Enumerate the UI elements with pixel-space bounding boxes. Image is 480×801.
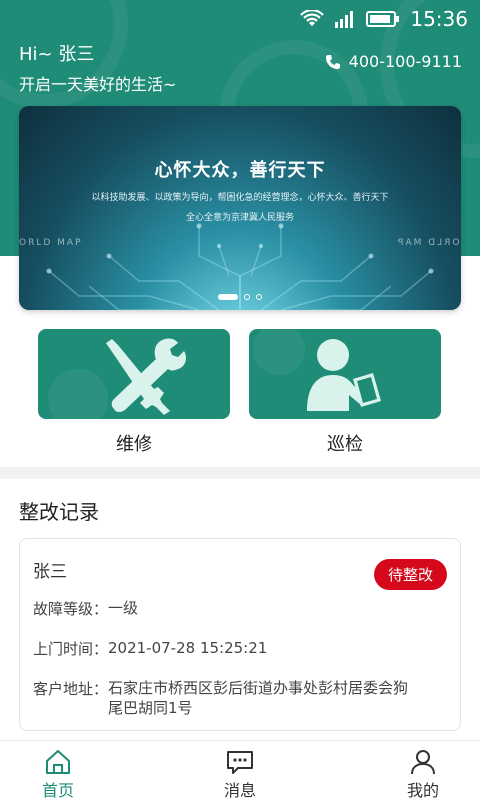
repair-button[interactable] xyxy=(38,329,230,419)
status-bar: 15:36 xyxy=(0,0,480,38)
banner-subtitle-2: 全心全意为京津冀人民服务 xyxy=(185,213,294,223)
section-title: 整改记录 xyxy=(19,500,99,524)
tab-messages[interactable]: 消息 xyxy=(200,749,280,801)
promo-banner[interactable]: 心怀大众，善行天下 以科技助发展、以政策为导向，帮困化急的经营理念，心怀大众、善… xyxy=(19,106,461,310)
banner-map-text-right: ORLD MAP xyxy=(395,238,460,248)
carousel-dot[interactable] xyxy=(256,294,262,300)
motto-text: 开启一天美好的生活~ xyxy=(19,75,177,94)
inspection-button[interactable] xyxy=(249,329,441,419)
tab-label: 消息 xyxy=(223,781,256,800)
hotline-link[interactable]: 400-100-9111 xyxy=(325,52,462,71)
tab-label: 我的 xyxy=(406,781,439,800)
record-row-level: 故障等级： 一级 xyxy=(33,598,408,619)
phone-icon xyxy=(325,54,340,69)
signal-icon xyxy=(335,11,354,28)
tab-label: 首页 xyxy=(41,781,74,800)
tab-home[interactable]: 首页 xyxy=(18,749,98,801)
record-name: 张三 xyxy=(33,562,67,582)
profile-icon xyxy=(411,750,435,775)
carousel-dot[interactable] xyxy=(244,294,250,300)
tab-profile[interactable]: 我的 xyxy=(383,749,463,801)
wrench-screwdriver-icon xyxy=(48,338,186,419)
greeting-text: Hi~ 张三 xyxy=(19,44,95,65)
circuit-graphic xyxy=(46,223,434,310)
record-field-label: 故障等级： xyxy=(33,600,109,618)
record-field-label: 客户地址： xyxy=(33,680,109,698)
status-badge: 待整改 xyxy=(373,559,447,590)
home-icon xyxy=(46,750,70,774)
banner-title: 心怀大众，善行天下 xyxy=(154,160,326,181)
inspector-clipboard-icon xyxy=(253,329,381,411)
rectification-record-card[interactable]: 张三 待整改 故障等级： 一级 上门时间： 2021-07-28 15:25:2… xyxy=(19,538,461,731)
carousel-dot[interactable] xyxy=(218,294,238,300)
repair-label: 维修 xyxy=(116,434,152,455)
record-field-value: 2021-07-28 15:25:21 xyxy=(108,639,268,657)
carousel-indicators xyxy=(19,294,461,300)
section-divider xyxy=(0,467,480,479)
record-field-value: 一级 xyxy=(108,599,139,617)
bottom-tab-bar: 首页 消息 我的 xyxy=(0,740,480,800)
inspection-label: 巡检 xyxy=(327,434,363,455)
battery-icon xyxy=(366,11,400,27)
status-time: 15:36 xyxy=(410,7,468,31)
record-row-time: 上门时间： 2021-07-28 15:25:21 xyxy=(33,638,408,659)
banner-subtitle-1: 以科技助发展、以政策为导向，帮困化急的经营理念，心怀大众、善行天下 xyxy=(91,193,389,203)
wifi-icon xyxy=(300,10,325,26)
message-icon xyxy=(227,751,253,774)
record-field-value: 石家庄市桥西区彭后街道办事处彭村居委会狗尾巴胡同1号 xyxy=(108,679,409,717)
record-field-label: 上门时间： xyxy=(33,640,109,658)
banner-map-text-left: ORLD MAP xyxy=(19,238,83,248)
hotline-number: 400-100-9111 xyxy=(348,52,462,71)
record-row-address: 客户地址： 石家庄市桥西区彭后街道办事处彭村居委会狗尾巴胡同1号 xyxy=(33,678,408,718)
